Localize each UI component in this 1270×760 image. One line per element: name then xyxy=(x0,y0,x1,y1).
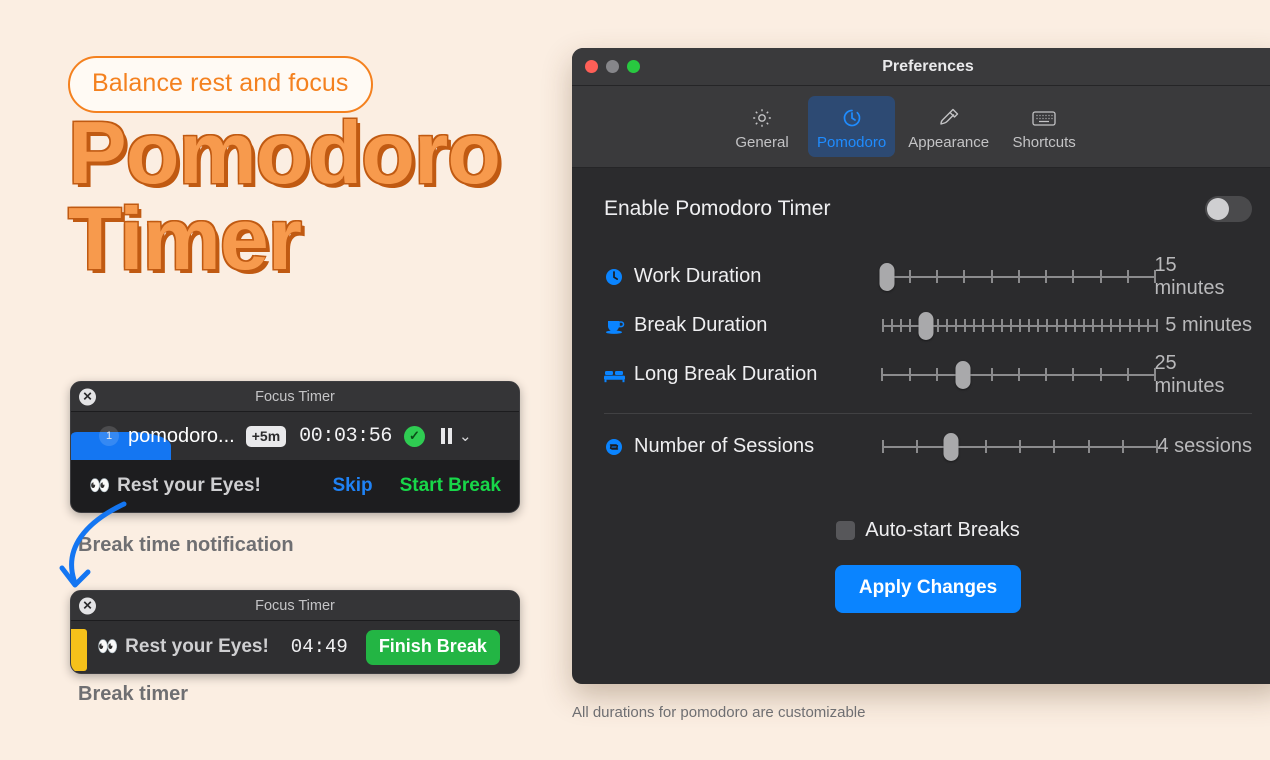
break-timer-caption: Break timer xyxy=(78,683,189,705)
enable-pomodoro-toggle[interactable] xyxy=(1205,196,1252,222)
setting-row-long-break-duration: Long Break Duration 25 minutes xyxy=(604,350,1252,399)
notification-title-text: Focus Timer xyxy=(255,388,335,405)
preferences-caption: All durations for pomodoro are customiza… xyxy=(572,704,866,721)
slider-ticks xyxy=(882,439,1158,454)
task-name-label: pomodoro... xyxy=(128,424,235,447)
finish-break-button[interactable]: Finish Break xyxy=(365,629,500,665)
tab-shortcuts[interactable]: Shortcuts xyxy=(1002,96,1086,157)
preferences-window: Preferences General Pomodoro Appearance … xyxy=(572,48,1270,684)
work-duration-value: 15 minutes xyxy=(1154,253,1225,299)
eyes-icon: 👀 xyxy=(97,637,119,656)
long-break-duration-slider[interactable] xyxy=(881,360,1157,389)
pause-icon[interactable] xyxy=(440,428,452,444)
number-of-sessions-slider[interactable] xyxy=(882,432,1158,461)
tab-shortcuts-label: Shortcuts xyxy=(1012,134,1076,151)
setting-label: Work Duration xyxy=(633,265,762,287)
break-remaining-time: 04:49 xyxy=(290,636,348,658)
setting-label: Number of Sessions xyxy=(634,435,815,457)
slider-knob[interactable] xyxy=(879,262,895,291)
break-message: Rest your Eyes! xyxy=(125,636,269,657)
elapsed-time: 00:03:56 xyxy=(299,424,392,448)
paintbrush-icon xyxy=(908,103,989,133)
preferences-body: Enable Pomodoro Timer Work Duration 15 m… xyxy=(572,168,1270,613)
maximize-window-button[interactable] xyxy=(627,60,640,73)
enable-pomodoro-row: Enable Pomodoro Timer xyxy=(604,196,1252,222)
work-duration-slider[interactable] xyxy=(879,262,1157,291)
apply-row: Apply Changes xyxy=(604,565,1252,613)
check-circle-icon[interactable]: ✓ xyxy=(403,425,425,447)
slider-ticks xyxy=(881,269,1157,284)
break-timer-card: ✕ Focus Timer 👀 Rest your Eyes! 04:49 Fi… xyxy=(70,590,520,674)
preferences-tabbar: General Pomodoro Appearance Shortcuts xyxy=(572,86,1270,168)
auto-start-breaks-checkbox[interactable] xyxy=(836,521,856,540)
tab-general[interactable]: General xyxy=(720,96,804,157)
slider-ticks xyxy=(881,367,1157,382)
toggle-knob xyxy=(1207,198,1229,220)
timer-icon xyxy=(817,103,886,133)
start-break-button[interactable]: Start Break xyxy=(400,475,501,497)
slider-knob[interactable] xyxy=(943,432,958,461)
session-count-badge: 1 xyxy=(99,426,119,446)
section-divider xyxy=(604,413,1252,414)
flow-arrow-icon xyxy=(59,501,127,588)
bed-icon xyxy=(604,367,634,383)
tab-general-label: General xyxy=(735,134,789,151)
break-duration-value: 5 minutes xyxy=(1165,314,1252,336)
window-titlebar: Preferences xyxy=(572,48,1270,86)
page-title-line-2: Timer xyxy=(68,189,302,289)
setting-row-number-of-sessions: Number of Sessions 4 sessions xyxy=(604,422,1252,471)
skip-button[interactable]: Skip xyxy=(332,475,372,497)
traffic-lights xyxy=(585,60,640,73)
repeat-icon xyxy=(604,437,634,457)
auto-start-breaks-row[interactable]: Auto-start Breaks xyxy=(604,519,1252,542)
break-timer-row: 👀 Rest your Eyes! 04:49 Finish Break xyxy=(71,621,519,673)
notification-titlebar: ✕ Focus Timer xyxy=(71,382,519,412)
setting-row-work-duration: Work Duration 15 minutes xyxy=(604,252,1252,301)
page-title: Pomodoro Timer xyxy=(68,103,501,289)
page-title-line-1: Pomodoro xyxy=(68,103,501,202)
tab-pomodoro[interactable]: Pomodoro xyxy=(808,96,896,157)
page-root: Balance rest and focus Pomodoro Timer ✕ … xyxy=(0,0,1270,760)
tagline-text: Balance rest and focus xyxy=(92,69,349,97)
slider-knob[interactable] xyxy=(918,311,934,340)
notification-titlebar: ✕ Focus Timer xyxy=(71,591,519,621)
close-circle-icon[interactable]: ✕ xyxy=(79,388,96,405)
tab-appearance[interactable]: Appearance xyxy=(899,96,998,157)
chevron-down-icon[interactable]: ⌄ xyxy=(459,427,472,445)
long-break-duration-value: 25 minutes xyxy=(1154,351,1225,397)
clock-icon xyxy=(604,267,634,287)
apply-changes-button[interactable]: Apply Changes xyxy=(834,565,1022,613)
minimize-window-button[interactable] xyxy=(606,60,619,73)
extend-time-button[interactable]: +5m xyxy=(245,425,287,447)
auto-start-breaks-label: Auto-start Breaks xyxy=(865,519,1020,541)
enable-pomodoro-label: Enable Pomodoro Timer xyxy=(604,197,831,220)
coffee-icon xyxy=(604,316,634,336)
keyboard-icon xyxy=(1011,103,1077,133)
tab-pomodoro-label: Pomodoro xyxy=(817,134,887,151)
slider-knob[interactable] xyxy=(955,360,971,389)
window-title: Preferences xyxy=(882,57,974,75)
setting-label: Break Duration xyxy=(634,314,768,336)
close-circle-icon[interactable]: ✕ xyxy=(79,597,96,614)
break-indicator-bar xyxy=(71,629,87,671)
close-window-button[interactable] xyxy=(585,60,598,73)
setting-row-break-duration: Break Duration 5 minutes xyxy=(604,301,1252,350)
break-duration-slider[interactable] xyxy=(882,311,1158,340)
task-row: 1 pomodoro... +5m 00:03:56 ✓ ⌄ xyxy=(71,412,519,460)
gear-icon xyxy=(729,103,795,133)
notification-title-text: Focus Timer xyxy=(255,597,335,614)
number-of-sessions-value: 4 sessions xyxy=(1157,435,1253,457)
tab-appearance-label: Appearance xyxy=(908,134,990,151)
setting-label: Long Break Duration xyxy=(633,363,818,385)
